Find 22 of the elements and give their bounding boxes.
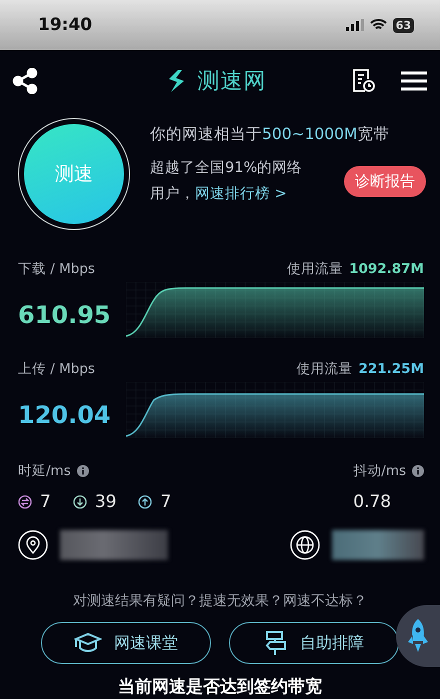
status-time: 19:40 (38, 15, 92, 35)
speed-label: 上传 / Mbps (18, 360, 96, 378)
traffic-text: 使用流量 221.25M (295, 360, 424, 378)
latency-label: 时延/ms (18, 462, 71, 480)
ranking-link[interactable]: 网速排行榜 > (195, 186, 287, 202)
latency-value: 7 (40, 492, 51, 512)
traffic-text: 使用流量 1092.87M (286, 260, 424, 278)
app-title: 测速网 (198, 68, 266, 96)
latency-value: 39 (94, 492, 116, 512)
speed-label: 下载 / Mbps (18, 260, 96, 278)
video-caption: 当前网速是否达到签约带宽 (117, 676, 323, 698)
speed-value: 120.04 (18, 401, 112, 429)
latency-value: 7 (160, 492, 172, 512)
help-question: 对测速结果有疑问？提速无效果？网速不达标？ (72, 592, 368, 610)
rank-text: 超越了全国91%的网络 用户，网速排行榜 > (150, 159, 302, 204)
jitter-value: 0.78 (353, 492, 392, 512)
help-button[interactable]: 网速课堂 (41, 622, 211, 664)
report-button[interactable]: 诊断报告 (344, 166, 426, 196)
battery-level: 63 (392, 18, 414, 32)
jitter-label: 抖动/ms (353, 462, 406, 480)
speed-value: 610.95 (18, 301, 112, 329)
speed-summary: 你的网速相当于500~1000M宽带 (150, 124, 390, 145)
